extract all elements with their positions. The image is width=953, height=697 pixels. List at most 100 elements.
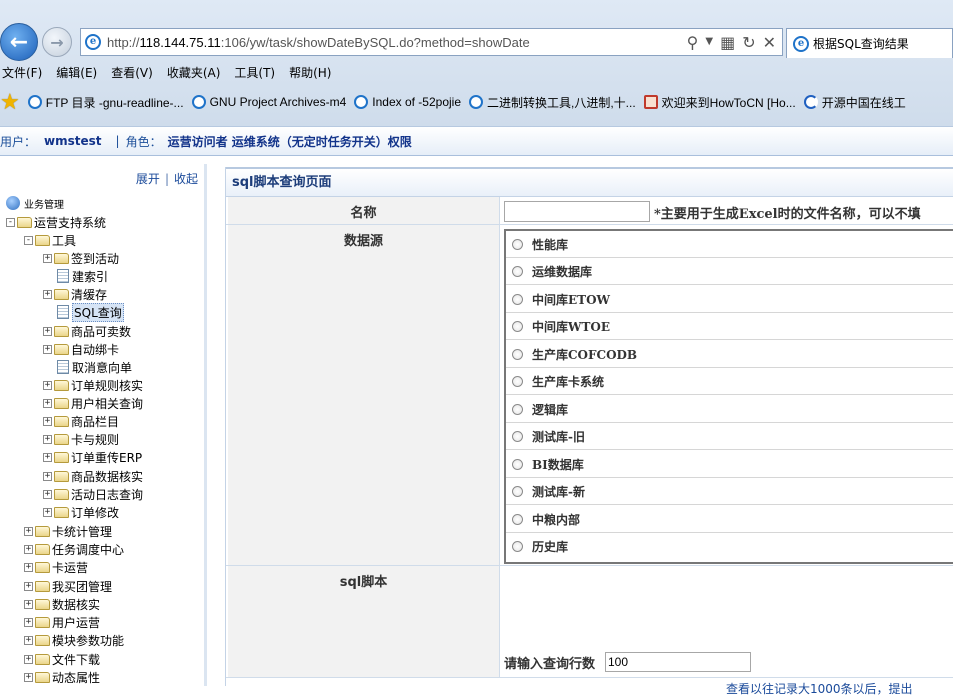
tree-group[interactable]: + 动态属性 bbox=[24, 668, 100, 686]
favorite-link[interactable]: GNU Project Archives-m4 bbox=[191, 95, 346, 109]
datasource-option[interactable]: 逻辑库 bbox=[506, 396, 953, 423]
datasource-option[interactable]: 中间库ETOW bbox=[506, 286, 953, 313]
favorite-link[interactable]: FTP 目录 -gnu-readline-... bbox=[27, 94, 184, 111]
expand-icon[interactable]: + bbox=[24, 599, 33, 609]
datasource-option[interactable]: 生产库卡系统 bbox=[506, 368, 953, 395]
expand-icon[interactable]: + bbox=[43, 289, 52, 299]
expand-icon[interactable]: + bbox=[43, 380, 52, 390]
expand-icon[interactable]: + bbox=[43, 507, 52, 517]
radio-button[interactable] bbox=[512, 430, 523, 442]
collapse-all-link[interactable]: 收起 bbox=[174, 172, 198, 186]
tree-node-tools[interactable]: - 工具 bbox=[24, 231, 76, 249]
expand-icon[interactable]: + bbox=[43, 326, 52, 336]
tree-item[interactable]: + 订单修改 bbox=[43, 503, 119, 521]
datasource-option[interactable]: BI数据库 bbox=[506, 451, 953, 478]
star-icon[interactable]: ★ bbox=[0, 90, 20, 115]
menu-tools[interactable]: 工具(T) bbox=[232, 63, 277, 83]
menu-edit[interactable]: 编辑(E) bbox=[54, 63, 99, 83]
tree-item[interactable]: + 商品可卖数 bbox=[43, 322, 131, 340]
expand-icon[interactable]: + bbox=[43, 344, 52, 354]
dropdown-arrow-icon[interactable]: ▼ bbox=[705, 33, 713, 52]
radio-button[interactable] bbox=[512, 265, 523, 277]
radio-button[interactable] bbox=[512, 348, 523, 360]
stop-icon[interactable]: ✕ bbox=[763, 33, 776, 52]
footer-note[interactable]: 查看以往记录大1000条以后，提出 bbox=[726, 680, 913, 697]
radio-button[interactable] bbox=[512, 458, 523, 470]
tree-item-sql-query[interactable]: SQL查询 bbox=[57, 302, 124, 322]
menu-favorites[interactable]: 收藏夹(A) bbox=[165, 63, 223, 83]
expand-icon[interactable]: + bbox=[24, 526, 33, 536]
expand-icon[interactable]: + bbox=[24, 617, 33, 627]
datasource-option[interactable]: 运维数据库 bbox=[506, 258, 953, 285]
tree-group[interactable]: + 数据核实 bbox=[24, 595, 100, 613]
address-bar[interactable]: e http://118.144.75.11:106/yw/task/showD… bbox=[80, 28, 783, 56]
radio-button[interactable] bbox=[512, 541, 523, 552]
datasource-option[interactable]: 中间库WTOE bbox=[506, 313, 953, 340]
tree-item[interactable]: + 清缓存 bbox=[43, 285, 107, 303]
tree-item[interactable]: + 商品栏目 bbox=[43, 412, 119, 430]
name-input[interactable] bbox=[504, 201, 650, 222]
tree-group[interactable]: + 卡运营 bbox=[24, 558, 88, 576]
expand-icon[interactable]: + bbox=[24, 654, 33, 664]
menu-view[interactable]: 查看(V) bbox=[109, 63, 155, 83]
compatibility-icon[interactable]: ▦ bbox=[720, 33, 735, 52]
tree-root[interactable]: 业务管理 bbox=[6, 194, 64, 212]
tree-item[interactable]: + 商品数据核实 bbox=[43, 467, 143, 485]
collapse-icon[interactable]: - bbox=[24, 235, 33, 245]
tree-group[interactable]: + 模块参数功能 bbox=[24, 631, 124, 649]
expand-icon[interactable]: + bbox=[24, 672, 33, 682]
menu-file[interactable]: 文件(F) bbox=[0, 63, 44, 83]
tree-group[interactable]: + 文件下载 bbox=[24, 650, 100, 668]
radio-button[interactable] bbox=[512, 375, 523, 387]
menu-help[interactable]: 帮助(H) bbox=[287, 63, 333, 83]
tree-item[interactable]: 建索引 bbox=[57, 267, 108, 285]
radio-button[interactable] bbox=[512, 403, 523, 415]
expand-icon[interactable]: + bbox=[24, 635, 33, 645]
expand-icon[interactable]: + bbox=[43, 489, 52, 499]
tree-node-system[interactable]: - 运营支持系统 bbox=[6, 213, 106, 231]
sql-textarea[interactable] bbox=[504, 570, 953, 650]
tree-item[interactable]: + 订单重传ERP bbox=[43, 448, 142, 466]
expand-icon[interactable]: + bbox=[43, 416, 52, 426]
favorite-link[interactable]: 二进制转换工具,八进制,十... bbox=[469, 94, 636, 111]
forward-button[interactable]: → bbox=[42, 27, 72, 57]
tree-item[interactable]: + 订单规则核实 bbox=[43, 376, 143, 394]
favorite-link[interactable]: Index of -52pojie bbox=[354, 95, 461, 109]
datasource-option[interactable]: 中粮内部 bbox=[506, 506, 953, 533]
expand-icon[interactable]: + bbox=[43, 452, 52, 462]
expand-icon[interactable]: + bbox=[24, 562, 33, 572]
tree-item[interactable]: + 卡与规则 bbox=[43, 430, 119, 448]
expand-icon[interactable]: + bbox=[43, 471, 52, 481]
expand-icon[interactable]: + bbox=[43, 434, 52, 444]
url-text[interactable]: http://118.144.75.11:106/yw/task/showDat… bbox=[107, 35, 530, 50]
favorite-link[interactable]: 欢迎来到HowToCN [Ho... bbox=[643, 94, 796, 111]
tree-item[interactable]: 取消意向单 bbox=[57, 358, 132, 376]
expand-icon[interactable]: + bbox=[43, 398, 52, 408]
browser-tab[interactable]: e 根据SQL查询结果 bbox=[786, 28, 953, 58]
tree-item[interactable]: + 签到活动 bbox=[43, 249, 119, 267]
datasource-option[interactable]: 历史库 bbox=[506, 533, 953, 560]
expand-icon[interactable]: + bbox=[24, 544, 33, 554]
radio-button[interactable] bbox=[512, 238, 523, 250]
tree-item[interactable]: + 用户相关查询 bbox=[43, 394, 143, 412]
favorite-link[interactable]: 开源中国在线工 bbox=[803, 94, 906, 111]
search-icon[interactable]: ⚲ bbox=[687, 33, 699, 52]
refresh-icon[interactable]: ↻ bbox=[742, 33, 755, 52]
tree-item[interactable]: + 活动日志查询 bbox=[43, 485, 143, 503]
radio-button[interactable] bbox=[512, 513, 523, 525]
radio-button[interactable] bbox=[512, 485, 523, 497]
radio-button[interactable] bbox=[512, 320, 523, 332]
expand-icon[interactable]: + bbox=[24, 581, 33, 591]
radio-button[interactable] bbox=[512, 293, 523, 305]
rows-input[interactable] bbox=[605, 652, 751, 672]
collapse-icon[interactable]: - bbox=[6, 217, 15, 227]
back-button[interactable]: ← bbox=[0, 23, 38, 61]
tree-group[interactable]: + 我买团管理 bbox=[24, 577, 112, 595]
expand-icon[interactable]: + bbox=[43, 253, 52, 263]
datasource-option[interactable]: 测试库-旧 bbox=[506, 423, 953, 450]
expand-all-link[interactable]: 展开 bbox=[136, 172, 160, 186]
datasource-option[interactable]: 生产库COFCODB bbox=[506, 341, 953, 368]
datasource-option[interactable]: 性能库 bbox=[506, 231, 953, 258]
tree-group[interactable]: + 任务调度中心 bbox=[24, 540, 124, 558]
datasource-option[interactable]: 测试库-新 bbox=[506, 478, 953, 505]
